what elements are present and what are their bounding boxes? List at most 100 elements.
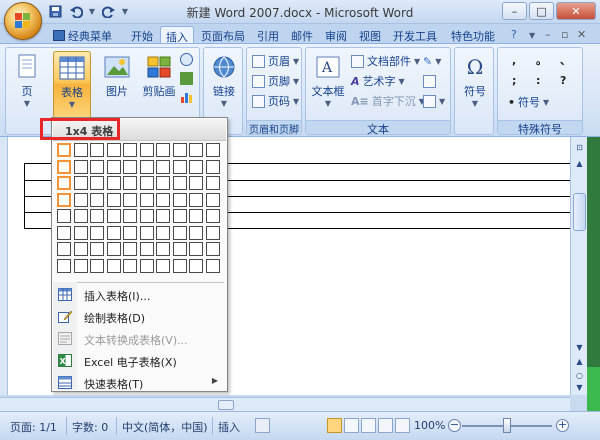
menu-item-convert-text[interactable]: 文本转换成表格(V)... (53, 328, 226, 350)
table-grid-cell[interactable] (156, 259, 170, 273)
table-grid-cell[interactable] (173, 209, 187, 223)
table-grid-cell[interactable] (123, 226, 137, 240)
table-grid-cell[interactable] (173, 143, 187, 157)
tab-classic-menu[interactable]: 经典菜单 (48, 26, 117, 44)
table-grid-cell[interactable] (173, 259, 187, 273)
table-grid-cell[interactable] (140, 209, 154, 223)
table-grid-cell[interactable] (90, 259, 104, 273)
maximize-button[interactable]: □ (529, 2, 554, 20)
tab-developer[interactable]: 开发工具 (388, 26, 442, 44)
table-grid-cell[interactable] (189, 160, 203, 174)
table-grid-cell[interactable] (90, 143, 104, 157)
table-grid-cell[interactable] (189, 209, 203, 223)
minimize-button[interactable]: – (502, 2, 527, 20)
page-number-button[interactable]: 页码 ▼ (252, 93, 299, 109)
outline-view-icon[interactable] (378, 418, 393, 433)
symbol-colon-button[interactable]: : (536, 72, 540, 88)
table-grid-cell[interactable] (57, 259, 71, 273)
table-grid-cell[interactable] (107, 193, 121, 207)
table-grid-cell[interactable] (107, 259, 121, 273)
zoom-slider-thumb[interactable] (503, 418, 511, 433)
table-grid-cell[interactable] (206, 143, 220, 157)
language-indicator[interactable]: 中文(简体，中国) (122, 419, 208, 435)
datetime-button[interactable] (423, 73, 436, 89)
zoom-level[interactable]: 100% (414, 419, 445, 432)
menu-item-insert-table[interactable]: 插入表格(I)... (53, 284, 226, 306)
ribbon-options-icon[interactable]: ▼ (524, 26, 540, 44)
table-grid-cell[interactable] (206, 160, 220, 174)
tab-special-features[interactable]: 特色功能 (446, 26, 500, 44)
close-button[interactable]: ✕ (556, 2, 596, 20)
table-grid-cell[interactable] (123, 143, 137, 157)
previous-page-icon[interactable]: ▲ (574, 357, 585, 368)
table-grid-cell[interactable] (173, 242, 187, 256)
wordart-button[interactable]: A 艺术字 ▼ (351, 73, 405, 89)
table-grid-cell[interactable] (140, 160, 154, 174)
menu-item-draw-table[interactable]: 绘制表格(D) (53, 306, 226, 328)
table-grid-cell[interactable] (107, 242, 121, 256)
scrollbar-thumb[interactable] (573, 193, 586, 231)
table-grid-cell[interactable] (156, 226, 170, 240)
office-button[interactable] (4, 2, 42, 40)
print-layout-view-icon[interactable] (327, 418, 342, 433)
tab-home[interactable]: 开始 (126, 26, 158, 44)
table-grid-cell[interactable] (140, 143, 154, 157)
scroll-down-icon[interactable]: ▼ (574, 343, 585, 354)
table-grid-cell[interactable] (140, 242, 154, 256)
special-symbol-button[interactable]: • 符号 ▼ (508, 94, 549, 110)
zoom-in-button[interactable]: + (556, 419, 569, 432)
table-grid-cell[interactable] (156, 242, 170, 256)
doc-close-button[interactable]: ✕ (572, 26, 591, 44)
table-grid-cell[interactable] (74, 259, 88, 273)
table-grid-cell[interactable] (156, 209, 170, 223)
table-grid-cell[interactable] (90, 242, 104, 256)
symbol-question-button[interactable]: ? (560, 72, 566, 88)
symbol-button[interactable]: Ω 符号 ▼ (457, 51, 493, 117)
table-grid-cell[interactable] (140, 259, 154, 273)
quickparts-button[interactable]: 文档部件 ▼ (351, 53, 420, 69)
textbox-button[interactable]: A 文本框 ▼ (309, 51, 347, 117)
insert-mode[interactable]: 插入 (218, 419, 240, 435)
dropcap-button[interactable]: A≡ 首字下沉 ▼ (351, 93, 425, 109)
table-grid-cell[interactable] (107, 176, 121, 190)
table-grid-cell[interactable] (74, 242, 88, 256)
table-grid-cell[interactable] (107, 209, 121, 223)
vertical-scrollbar[interactable]: ⊡ ▲ ▼ ▲ ○ ▼ (570, 137, 587, 395)
table-grid-cell[interactable] (156, 176, 170, 190)
table-grid-cell[interactable] (90, 209, 104, 223)
ruler-toggle-icon[interactable]: ⊡ (574, 143, 585, 154)
tab-page-layout[interactable]: 页面布局 (196, 26, 250, 44)
table-grid-cell[interactable] (90, 176, 104, 190)
table-grid-cell[interactable] (74, 193, 88, 207)
table-grid-cell[interactable] (206, 226, 220, 240)
table-grid-cell[interactable] (74, 160, 88, 174)
table-grid-cell[interactable] (90, 193, 104, 207)
table-grid-cell[interactable] (107, 226, 121, 240)
table-grid-cell[interactable] (189, 259, 203, 273)
table-grid-cell[interactable] (140, 193, 154, 207)
table-grid-cell[interactable] (189, 242, 203, 256)
clipart-button[interactable]: 剪贴画 (140, 51, 178, 117)
table-grid-cell[interactable] (107, 160, 121, 174)
footer-button[interactable]: 页脚 ▼ (252, 73, 299, 89)
symbol-semicolon-button[interactable]: ; (512, 72, 516, 88)
menu-item-quick-tables[interactable]: 快速表格(T) ▶ (53, 372, 226, 394)
tab-view[interactable]: 视图 (354, 26, 386, 44)
page-count[interactable]: 页面: 1/1 (10, 419, 57, 435)
table-grid-cell[interactable] (189, 176, 203, 190)
table-grid-cell[interactable] (189, 143, 203, 157)
table-grid-cell[interactable] (156, 193, 170, 207)
table-grid-cell[interactable] (74, 226, 88, 240)
table-grid-cell[interactable] (189, 226, 203, 240)
table-grid-cell[interactable] (57, 209, 71, 223)
symbol-period-button[interactable]: 。 (536, 52, 547, 68)
table-grid-cell[interactable] (173, 226, 187, 240)
table-grid-cell[interactable] (123, 176, 137, 190)
horizontal-scrollbar-thumb[interactable] (218, 400, 234, 410)
table-grid-cell[interactable] (74, 209, 88, 223)
table-grid-cell[interactable] (74, 143, 88, 157)
table-grid-cell[interactable] (74, 176, 88, 190)
links-button[interactable]: 链接 ▼ (206, 51, 242, 117)
table-grid-cell[interactable] (57, 226, 71, 240)
zoom-out-button[interactable]: − (448, 419, 461, 432)
